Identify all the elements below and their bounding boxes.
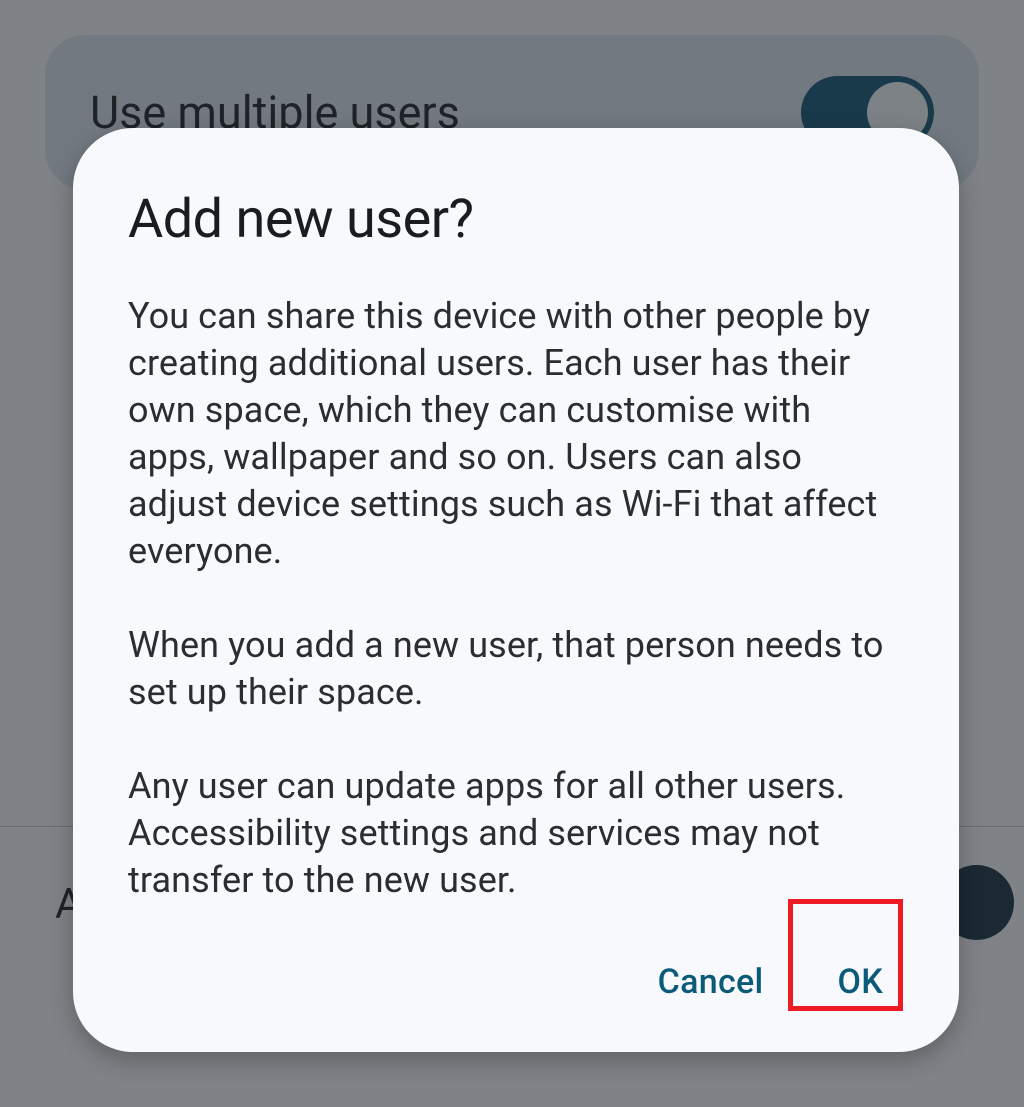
dialog-body: You can share this device with other peo… xyxy=(128,293,904,904)
dialog-paragraph-1: You can share this device with other peo… xyxy=(128,293,904,575)
dialog-actions: Cancel OK xyxy=(128,954,904,1010)
add-new-user-dialog: Add new user? You can share this device … xyxy=(73,128,959,1052)
dialog-paragraph-3: Any user can update apps for all other u… xyxy=(128,763,904,904)
ok-button[interactable]: OK xyxy=(831,954,889,1010)
dialog-title: Add new user? xyxy=(128,188,904,251)
dialog-paragraph-2: When you add a new user, that person nee… xyxy=(128,622,904,716)
cancel-button[interactable]: Cancel xyxy=(652,954,770,1010)
